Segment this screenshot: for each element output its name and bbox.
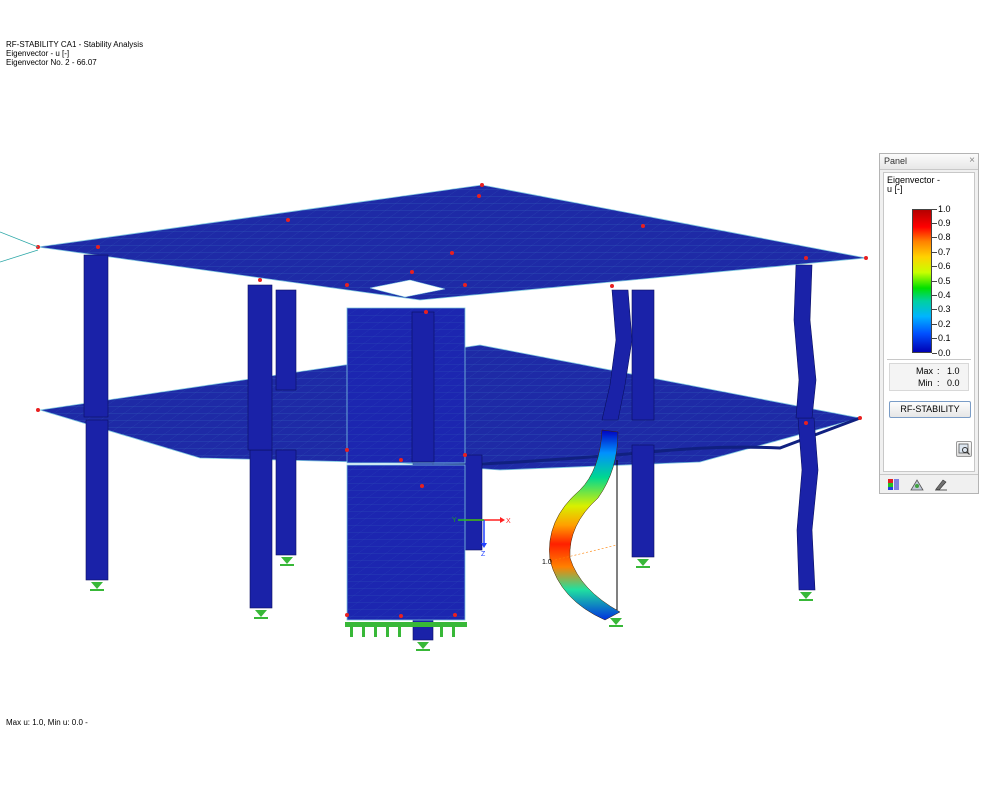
min-value: 0.0 <box>947 378 960 388</box>
legend-tick <box>932 280 937 282</box>
reference-line <box>0 231 39 248</box>
results-panel: Panel × Eigenvector - u [-] 1.0 0.9 0.8 0.7… <box>879 153 979 494</box>
panel-title: Panel <box>884 156 908 166</box>
zoom-view-icon[interactable] <box>956 441 972 457</box>
core-wall-lower <box>346 464 466 621</box>
model-view[interactable]: 1.0 X Y Z <box>0 0 1000 799</box>
legend-tick <box>932 222 937 224</box>
upper-slab <box>37 184 867 301</box>
legend-tick <box>932 352 937 354</box>
max-value: 1.0 <box>947 366 960 376</box>
rf-stability-button[interactable]: RF-STABILITY <box>889 401 971 418</box>
reference-line <box>0 249 39 263</box>
legend-tick <box>932 208 937 210</box>
core-wall-upper <box>346 307 466 464</box>
y-axis-label: Y <box>452 517 457 524</box>
color-scale <box>912 209 932 353</box>
legend-tick <box>932 251 937 253</box>
legend-label: 0.7 <box>938 246 951 257</box>
legend-area: Eigenvector - u [-] 1.0 0.9 0.8 0.7 0.6 0.5 0.… <box>883 172 975 472</box>
color-scale-icon[interactable] <box>887 478 901 491</box>
close-icon[interactable]: × <box>969 155 975 166</box>
legend-label: 0.4 <box>938 289 951 300</box>
legend-unit: u [-] <box>887 184 903 194</box>
min-colon: : <box>937 378 940 388</box>
divider <box>887 359 971 360</box>
results-icon[interactable] <box>910 478 924 491</box>
legend-label: 0.1 <box>938 333 951 344</box>
min-label: Min <box>918 378 933 388</box>
pencil-icon[interactable] <box>934 478 948 491</box>
max-min-box: Max : 1.0 Min : 0.0 <box>889 363 969 391</box>
legend-tick <box>932 338 937 340</box>
max-colon: : <box>937 366 940 376</box>
legend-label: 0.3 <box>938 304 951 315</box>
result-summary: Max u: 1.0, Min u: 0.0 - <box>6 718 88 727</box>
legend-label: 0.6 <box>938 261 951 272</box>
legend-tick <box>932 237 937 239</box>
legend-tick <box>932 309 937 311</box>
legend-label: 0.2 <box>938 318 951 329</box>
legend-tick <box>932 323 937 325</box>
legend-tick <box>932 294 937 296</box>
panel-toolbar <box>880 474 978 494</box>
legend-label: 1.0 <box>938 203 951 214</box>
legend-label: 0.5 <box>938 275 951 286</box>
legend-tick <box>932 266 937 268</box>
max-label: Max <box>916 366 934 376</box>
peak-value-label: 1.0 <box>542 559 552 566</box>
z-axis-label: Z <box>481 551 486 558</box>
legend-label: 0.8 <box>938 232 951 243</box>
x-axis-label: X <box>506 518 511 525</box>
panel-titlebar[interactable]: Panel × <box>880 154 978 170</box>
legend-label: 0.9 <box>938 217 951 228</box>
legend-label: 0.0 <box>938 347 951 358</box>
